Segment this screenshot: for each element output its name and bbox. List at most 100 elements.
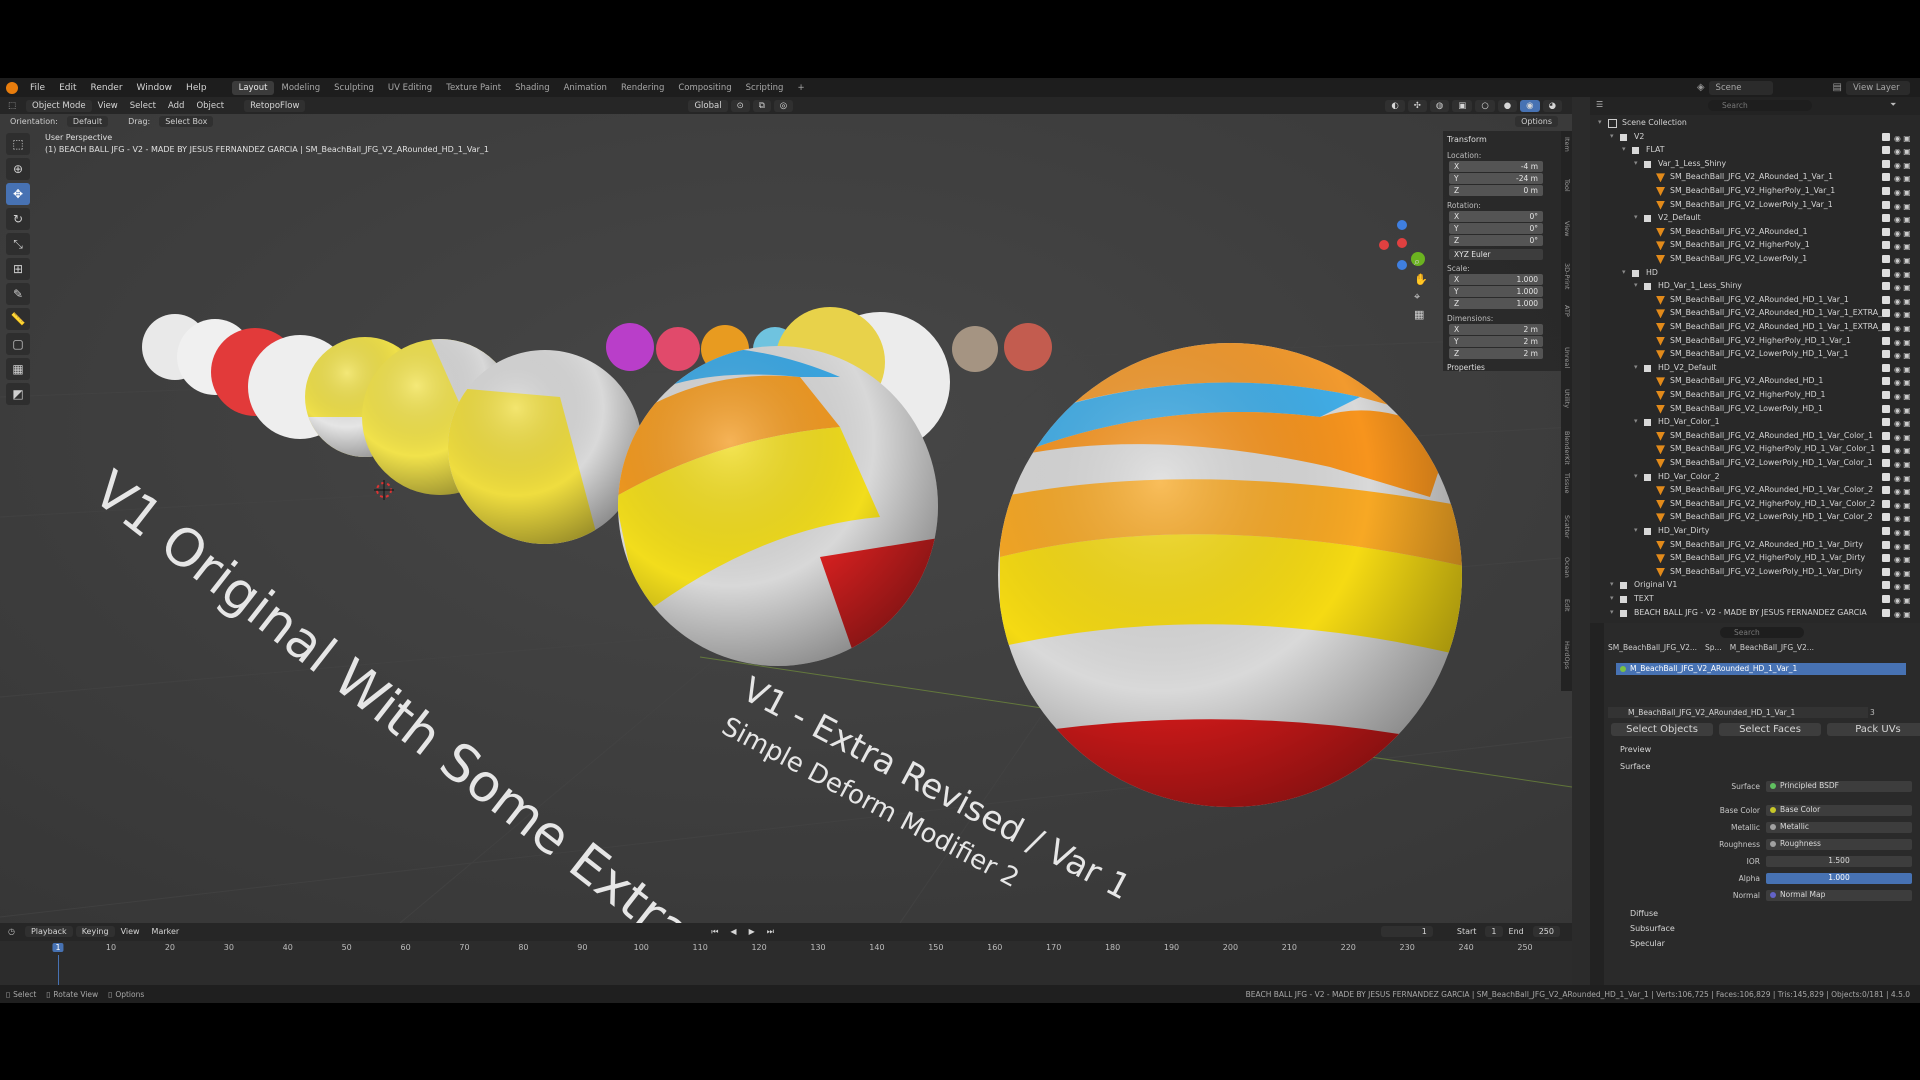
visibility-toggle-icon[interactable]: ◉ ▣ [1882, 227, 1914, 238]
tab-uv-editing[interactable]: UV Editing [381, 81, 439, 95]
outliner-object-row[interactable]: SM_BeachBall_JFG_V2_HigherPoly_HD_1_Var_… [1590, 444, 1920, 457]
pivot-icon[interactable]: ⊙ [730, 99, 750, 112]
outliner-object-row[interactable]: SM_BeachBall_JFG_V2_LowerPoly_HD_1_Var_C… [1590, 458, 1920, 471]
visibility-toggle-icon[interactable]: ◉ ▣ [1882, 527, 1914, 537]
visibility-toggle-icon[interactable]: ◉ ▣ [1882, 173, 1914, 183]
play-icon[interactable]: ▶ [743, 927, 761, 936]
sidebar-tab[interactable]: ATP [1562, 305, 1571, 317]
playhead[interactable] [58, 955, 59, 985]
dimensions-z-field[interactable]: Z2 m [1449, 348, 1543, 359]
visibility-toggle-icon[interactable]: ◉ ▣ [1882, 146, 1914, 156]
visibility-toggle-icon[interactable]: ◉ ▣ [1882, 200, 1914, 211]
expand-arrow-icon[interactable]: ▾ [1634, 363, 1638, 371]
rotation-z-field[interactable]: Z 0° [1449, 235, 1543, 246]
add-workspace-icon[interactable]: + [790, 81, 811, 95]
roughness-field[interactable]: Roughness [1766, 839, 1912, 850]
select-objects-button[interactable]: Select Objects [1611, 723, 1713, 736]
visibility-toggle-icon[interactable]: ◉ ▣ [1882, 499, 1914, 510]
menu-window[interactable]: Window [130, 83, 180, 93]
surface-section[interactable]: Surface [1620, 762, 1650, 771]
image-tool-icon[interactable]: ▦ [6, 358, 30, 380]
expand-arrow-icon[interactable]: ▾ [1634, 213, 1638, 221]
3d-viewport[interactable]: V1 Original With Some Extras V1 - Extra … [0, 97, 1572, 923]
outliner-collection-row[interactable]: ▾ FLAT ◉ ▣ [1590, 145, 1920, 158]
dimensions-y-field[interactable]: Y2 m [1449, 336, 1543, 347]
outliner-collection-row[interactable]: ▾ Var_1_Less_Shiny ◉ ▣ [1590, 159, 1920, 172]
scale-z-field[interactable]: Z 1.000 [1449, 298, 1543, 309]
snap-icon[interactable]: ⧉ [752, 99, 771, 112]
sidebar-tab[interactable]: Tool [1562, 179, 1571, 192]
viewport-scene[interactable]: V1 Original With Some Extras V1 - Extra … [0, 97, 1572, 923]
ior-field[interactable]: 1.500 [1766, 856, 1912, 867]
outliner-collection-row[interactable]: ▾ BEACH BALL JFG - V2 - MADE BY JESUS FER… [1590, 608, 1920, 621]
sidebar-tab[interactable]: Ocean [1562, 557, 1571, 578]
expand-arrow-icon[interactable]: ▾ [1634, 159, 1638, 167]
camera-view-icon[interactable]: ⌖ [1414, 290, 1428, 304]
zoom-icon[interactable]: ⌕ [1414, 255, 1428, 269]
metallic-field[interactable]: Metallic [1766, 822, 1912, 833]
properties-search-input[interactable]: Search [1720, 627, 1804, 638]
sidebar-tab[interactable]: 3D-Print [1562, 263, 1571, 289]
outliner-object-row[interactable]: SM_BeachBall_JFG_V2_LowerPoly_1_Var_1 ◉ ▣ [1590, 200, 1920, 213]
scale-y-field[interactable]: Y 1.000 [1449, 286, 1543, 297]
visibility-toggle-icon[interactable]: ◉ ▣ [1882, 540, 1914, 551]
location-x-field[interactable]: X -4 m [1449, 161, 1543, 172]
material-slot-item[interactable]: M_BeachBall_JFG_V2_ARounded_HD_1_Var_1 [1616, 663, 1906, 675]
outliner-object-row[interactable]: SM_BeachBall_JFG_V2_LowerPoly_HD_1_Var_C… [1590, 512, 1920, 525]
sidebar-tab[interactable]: Item [1562, 137, 1571, 152]
visibility-toggle-icon[interactable]: ◉ ▣ [1882, 241, 1914, 251]
pack-uvs-button[interactable]: Pack UVs [1827, 723, 1920, 736]
shading-material-icon[interactable]: ◉ [1520, 99, 1540, 112]
outliner-collection-row[interactable]: ▾ HD_Var_1_Less_Shiny ◉ ▣ [1590, 281, 1920, 294]
overlay-toggle-icon[interactable]: ◍ [1429, 99, 1450, 112]
surface-shader-field[interactable]: Principled BSDF [1766, 781, 1912, 792]
menu-select[interactable]: Select [124, 101, 162, 111]
scale-tool-icon[interactable]: ⤡ [6, 233, 30, 255]
outliner-object-row[interactable]: SM_BeachBall_JFG_V2_HigherPoly_1 ◉ ▣ [1590, 240, 1920, 253]
outliner-object-row[interactable]: SM_BeachBall_JFG_V2_ARounded_HD_1_Var_1_… [1590, 308, 1920, 321]
visibility-toggle-icon[interactable]: ◉ ▣ [1882, 418, 1914, 428]
retopoflow-menu[interactable]: RetopoFlow [244, 99, 306, 112]
visibility-toggle-icon[interactable]: ◉ ▣ [1882, 377, 1914, 387]
visibility-toggle-icon[interactable]: ◉ ▣ [1882, 295, 1914, 306]
menu-render[interactable]: Render [84, 83, 130, 93]
options-menu[interactable]: Options [1515, 116, 1558, 127]
timeline-editor-icon[interactable]: ◷ [8, 927, 15, 936]
scale-x-field[interactable]: X 1.000 [1449, 274, 1543, 285]
outliner-object-row[interactable]: SM_BeachBall_JFG_V2_LowerPoly_HD_1_Var_D… [1590, 567, 1920, 580]
sidebar-tab[interactable]: Tissue [1562, 473, 1571, 493]
visibility-toggle-icon[interactable]: ◉ ▣ [1882, 336, 1914, 347]
end-frame-field[interactable]: 250 [1532, 926, 1560, 937]
menu-view[interactable]: View [92, 101, 124, 111]
diffuse-section[interactable]: Diffuse [1630, 909, 1658, 918]
jump-end-icon[interactable]: ⏭ [761, 927, 780, 937]
outliner-object-row[interactable]: SM_BeachBall_JFG_V2_ARounded_HD_1_Var_Di… [1590, 540, 1920, 553]
scene-selector[interactable]: Scene [1708, 80, 1773, 95]
visibility-toggle-icon[interactable]: ◉ ▣ [1882, 608, 1914, 619]
expand-arrow-icon[interactable]: ▾ [1610, 594, 1614, 602]
pan-hand-icon[interactable]: ✋ [1414, 273, 1428, 286]
visibility-toggle-icon[interactable]: ◉ ▣ [1882, 472, 1914, 483]
xray-icon[interactable]: ▣ [1452, 99, 1473, 112]
visibility-toggle-icon[interactable]: ◉ ▣ [1882, 323, 1914, 333]
sidebar-tab[interactable]: HardOps [1562, 641, 1571, 669]
select-faces-button[interactable]: Select Faces [1719, 723, 1821, 736]
outliner-collection-row[interactable]: ▾ Original V1 ◉ ▣ [1590, 580, 1920, 593]
menu-file[interactable]: File [23, 83, 52, 93]
outliner-object-row[interactable]: SM_BeachBall_JFG_V2_ARounded_HD_1_Var_Co… [1590, 431, 1920, 444]
select-box-tool-icon[interactable]: ⬚ [6, 133, 30, 155]
outliner-object-row[interactable]: SM_BeachBall_JFG_V2_HigherPoly_HD_1_Var_… [1590, 336, 1920, 349]
outliner-object-row[interactable]: SM_BeachBall_JFG_V2_ARounded_HD_1 ◉ ▣ [1590, 376, 1920, 389]
outliner-collection-row[interactable]: ▾ Scene Collection [1590, 118, 1920, 131]
visibility-toggle-icon[interactable]: ◉ ▣ [1882, 554, 1914, 564]
tab-texture-paint[interactable]: Texture Paint [439, 81, 508, 95]
properties-subpanel[interactable]: Properties [1447, 363, 1485, 372]
visibility-toggle-icon[interactable]: ◉ ▣ [1882, 159, 1914, 170]
visibility-icon[interactable]: ◐ [1385, 99, 1405, 112]
tab-modeling[interactable]: Modeling [274, 81, 327, 95]
material-name-field[interactable]: M_BeachBall_JFG_V2_ARounded_HD_1_Var_1 [1608, 707, 1868, 718]
alpha-field[interactable]: 1.000 [1766, 873, 1912, 884]
outliner-collection-row[interactable]: ▾ HD ◉ ▣ [1590, 268, 1920, 281]
sidebar-tab[interactable]: Edit [1562, 599, 1571, 612]
filter-icon[interactable]: ⏷ [1890, 100, 1896, 110]
